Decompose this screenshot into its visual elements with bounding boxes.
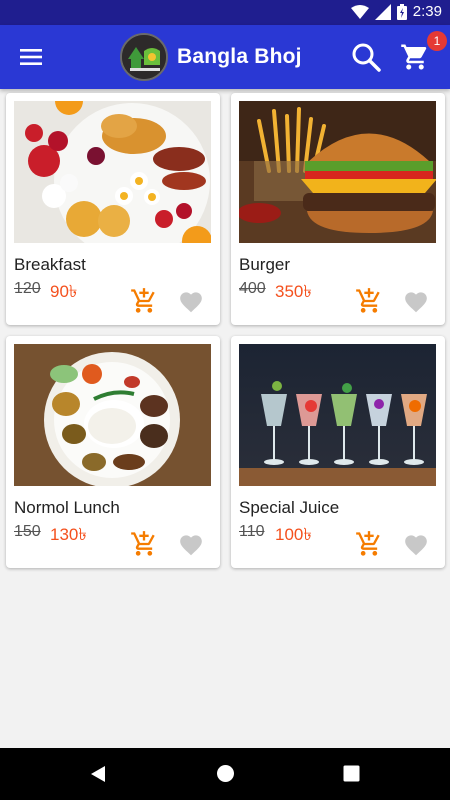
status-bar: 2:39 xyxy=(0,0,450,25)
product-name: Burger xyxy=(239,255,291,274)
cart-count-badge: 1 xyxy=(427,31,447,51)
add-to-cart-button[interactable] xyxy=(130,530,158,558)
add-to-cart-button[interactable] xyxy=(130,287,158,315)
add-to-cart-icon xyxy=(131,288,155,313)
app-logo xyxy=(120,33,168,81)
heart-icon xyxy=(405,292,427,313)
product-name: Breakfast xyxy=(14,255,86,274)
add-to-cart-icon xyxy=(356,531,380,556)
recent-apps-square-icon xyxy=(343,765,360,782)
breakfast-photo[interactable] xyxy=(14,101,211,243)
home-circle-icon xyxy=(217,765,234,782)
search-button[interactable] xyxy=(350,41,382,73)
hamburger-menu-icon xyxy=(20,49,42,65)
product-name: Normol Lunch xyxy=(14,498,120,517)
home-button[interactable] xyxy=(216,764,235,788)
back-button[interactable] xyxy=(89,765,107,788)
product-new-price: 350৳ xyxy=(275,282,312,301)
heart-icon xyxy=(405,535,427,556)
status-icons: 2:39 xyxy=(350,3,442,20)
product-new-price: 90৳ xyxy=(50,282,78,301)
app-title: Bangla Bhoj xyxy=(177,45,302,68)
product-name: Special Juice xyxy=(239,498,340,517)
heart-icon xyxy=(180,535,202,556)
status-time: 2:39 xyxy=(412,3,442,20)
lunch-photo[interactable] xyxy=(14,344,211,486)
app-bar: Bangla Bhoj 1 xyxy=(0,25,450,89)
product-old-price: 110 xyxy=(239,523,265,540)
favorite-button[interactable] xyxy=(178,532,204,556)
menu-button[interactable] xyxy=(18,44,44,70)
product-card-breakfast[interactable]: Breakfast 120 90৳ xyxy=(6,93,220,325)
wifi-icon xyxy=(350,4,369,19)
favorite-button[interactable] xyxy=(403,289,429,313)
product-new-price: 100৳ xyxy=(275,525,312,544)
signal-icon xyxy=(374,3,391,20)
add-to-cart-icon xyxy=(131,531,155,556)
burger-photo[interactable] xyxy=(239,101,436,243)
back-triangle-icon xyxy=(91,766,105,782)
add-to-cart-icon xyxy=(356,288,380,313)
favorite-button[interactable] xyxy=(178,289,204,313)
product-card-special-juice[interactable]: Special Juice 110 100৳ xyxy=(231,336,445,568)
product-old-price: 120 xyxy=(14,280,41,297)
product-new-price: 130৳ xyxy=(50,525,87,544)
favorite-button[interactable] xyxy=(403,532,429,556)
juice-photo[interactable] xyxy=(239,344,436,486)
shopping-cart-icon xyxy=(401,44,427,70)
product-card-normol-lunch[interactable]: Normol Lunch 150 130৳ xyxy=(6,336,220,568)
search-icon xyxy=(352,43,381,72)
system-navigation-bar xyxy=(0,748,450,800)
recent-apps-button[interactable] xyxy=(343,765,360,787)
product-old-price: 400 xyxy=(239,280,266,297)
add-to-cart-button[interactable] xyxy=(355,530,383,558)
product-card-burger[interactable]: Burger 400 350৳ xyxy=(231,93,445,325)
battery-icon xyxy=(396,3,407,20)
add-to-cart-button[interactable] xyxy=(355,287,383,315)
heart-icon xyxy=(180,292,202,313)
product-old-price: 150 xyxy=(14,523,41,540)
